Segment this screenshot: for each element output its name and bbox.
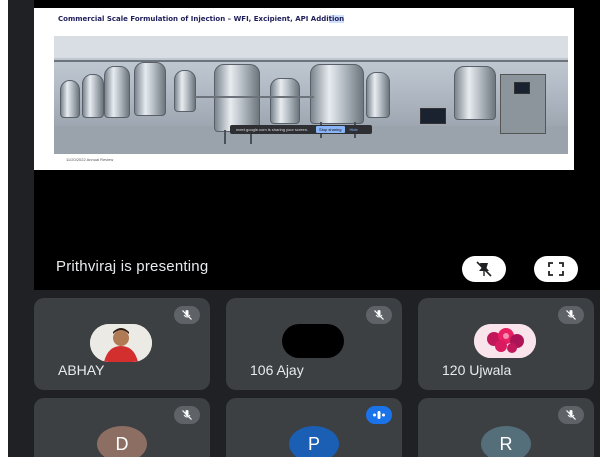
avatar-photo bbox=[90, 324, 152, 362]
mic-off-badge bbox=[558, 306, 584, 324]
mic-off-icon bbox=[566, 310, 576, 320]
mic-off-badge bbox=[174, 306, 200, 324]
participant-name: ABHAY bbox=[58, 362, 105, 378]
shared-slide: Commercial Scale Formulation of Injectio… bbox=[34, 8, 574, 170]
mic-off-icon bbox=[182, 310, 192, 320]
avatar bbox=[90, 324, 152, 362]
photo-tank bbox=[134, 62, 166, 116]
photo-leg bbox=[224, 130, 226, 144]
meet-window: Commercial Scale Formulation of Injectio… bbox=[8, 0, 600, 457]
mic-off-icon bbox=[566, 410, 576, 420]
mic-off-badge bbox=[174, 406, 200, 424]
photo-tank bbox=[270, 78, 300, 124]
avatar bbox=[474, 324, 536, 358]
photo-tank bbox=[104, 66, 130, 118]
mic-off-icon bbox=[374, 310, 384, 320]
photo-tank bbox=[454, 66, 496, 120]
flowers-avatar-photo bbox=[474, 324, 536, 358]
fullscreen-button[interactable] bbox=[534, 256, 578, 282]
photo-monitor bbox=[514, 82, 530, 94]
participant-tile[interactable]: D bbox=[34, 398, 210, 457]
participant-name: 106 Ajay bbox=[250, 362, 304, 378]
avatar bbox=[282, 324, 344, 358]
photo-tank bbox=[366, 72, 390, 118]
avatar-initial: R bbox=[499, 433, 513, 454]
participant-name: 120 Ujwala bbox=[442, 362, 512, 378]
mic-off-icon bbox=[182, 410, 192, 420]
participant-tile[interactable]: 106 Ajay bbox=[226, 298, 402, 390]
avatar: P bbox=[289, 426, 339, 457]
mic-off-badge bbox=[558, 406, 584, 424]
fullscreen-icon bbox=[548, 262, 564, 276]
avatar: D bbox=[97, 426, 147, 457]
photo-ceiling bbox=[54, 36, 568, 58]
share-notice-text: meet.google.com is sharing your screen. bbox=[236, 127, 309, 132]
photo-monitor bbox=[420, 108, 446, 124]
slide-title-highlight: tion bbox=[328, 15, 345, 23]
slide-title: Commercial Scale Formulation of Injectio… bbox=[58, 15, 345, 23]
avatar-initial: P bbox=[307, 433, 320, 454]
mic-off-badge bbox=[366, 306, 392, 324]
photo-pipe bbox=[54, 60, 568, 62]
hide-button[interactable]: Hide bbox=[350, 127, 358, 132]
photo-pipe bbox=[194, 96, 314, 98]
participant-tile[interactable]: P bbox=[226, 398, 402, 457]
presentation-stage[interactable]: Commercial Scale Formulation of Injectio… bbox=[34, 0, 600, 290]
pin-off-icon bbox=[476, 261, 492, 277]
participant-tile[interactable]: R bbox=[418, 398, 594, 457]
stop-sharing-button[interactable]: Stop sharing bbox=[316, 126, 345, 133]
participant-tile[interactable]: ABHAY bbox=[34, 298, 210, 390]
slide-photo bbox=[54, 36, 568, 154]
photo-tank bbox=[60, 80, 80, 118]
avatar: R bbox=[481, 426, 531, 457]
photo-tank bbox=[174, 70, 196, 112]
screen-share-notice: meet.google.com is sharing your screen. … bbox=[230, 125, 372, 134]
slide-footer: 11/20/2022 Annual Review bbox=[66, 157, 114, 162]
photo-tank bbox=[82, 74, 104, 118]
speaking-indicator-icon bbox=[373, 411, 385, 419]
participant-tile[interactable]: 120 Ujwala bbox=[418, 298, 594, 390]
speaking-badge bbox=[366, 406, 392, 424]
presenting-label: Prithviraj is presenting bbox=[56, 258, 209, 275]
unpin-button[interactable] bbox=[462, 256, 506, 282]
photo-tank bbox=[214, 64, 260, 132]
photo-tank bbox=[310, 64, 364, 124]
avatar-initial: D bbox=[115, 433, 129, 454]
